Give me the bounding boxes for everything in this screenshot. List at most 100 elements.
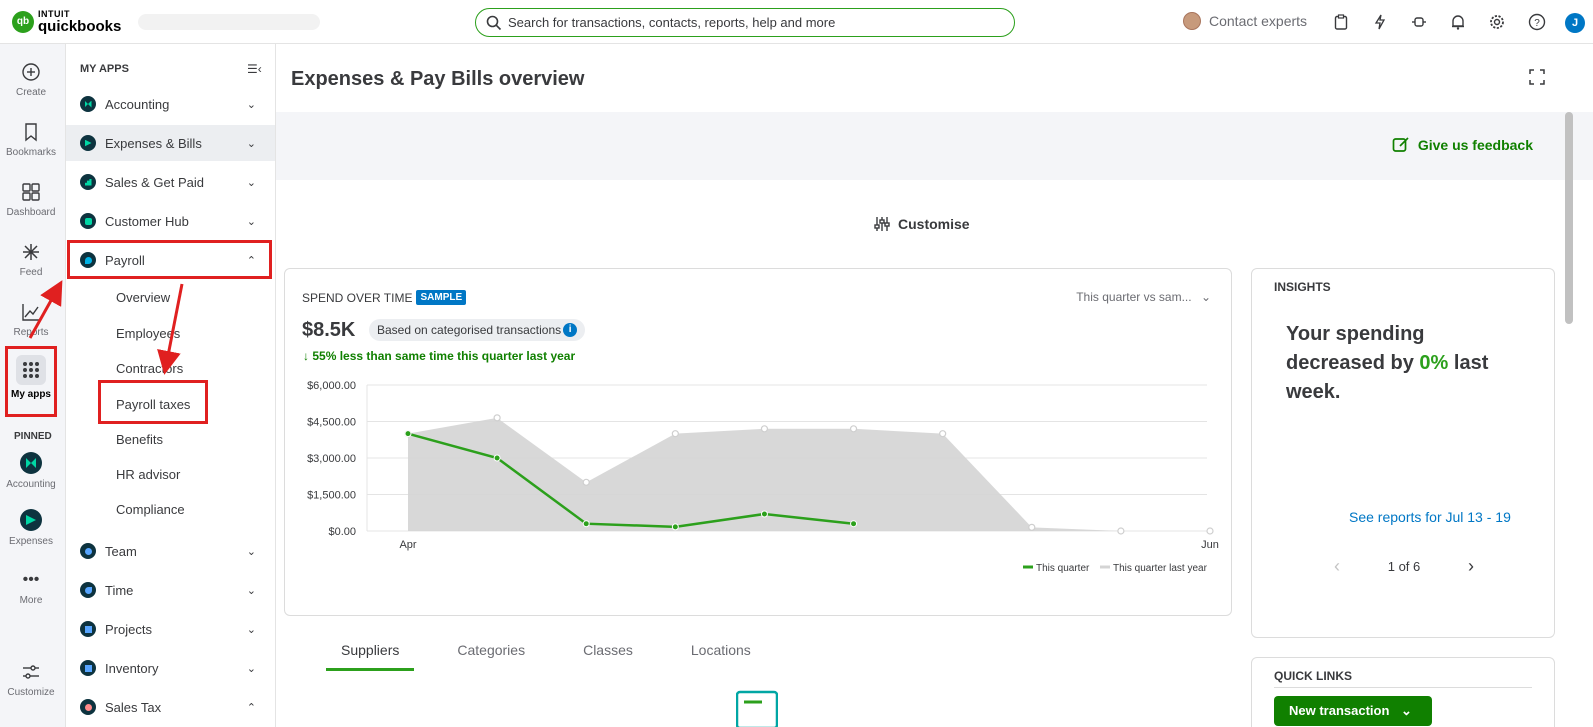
scrollbar[interactable] [1565,112,1573,324]
legend-this-quarter: This quarter [1036,563,1090,574]
sales-tax-app-icon [80,699,96,715]
y-tick-label: $0.00 [328,526,356,538]
page-title: Expenses & Pay Bills overview [291,68,585,90]
insights-title: INSIGHTS [1274,280,1331,294]
point-this-quarter [582,520,590,528]
pager-label: 1 of 6 [1387,559,1421,574]
x-tick-label: Jun [1201,539,1219,551]
y-tick-label: $6,000.00 [307,380,356,392]
contact-experts-button[interactable]: Contact experts [1183,12,1307,30]
chevron-down-icon: ⌄ [246,623,256,636]
clipboard-icon[interactable] [1331,12,1351,32]
tab-classes[interactable]: Classes [568,634,648,671]
sidebar-item-customer-hub[interactable]: Customer Hub ⌄ [66,203,275,239]
divider [1274,687,1532,688]
payroll-contractors-link[interactable]: Contractors [116,361,183,376]
customise-button[interactable]: Customise [874,216,970,232]
quick-links-card: QUICK LINKS New transaction ⌄ [1251,657,1555,727]
inventory-app-icon [80,660,96,676]
spend-line-chart: $6,000.00 $4,500.00 $3,000.00 $1,500.00 $0.0… [307,380,1219,574]
help-icon[interactable]: ? [1527,12,1547,32]
rail-reports[interactable]: Reports [0,301,62,338]
point-this-quarter [850,520,858,528]
document-icon [736,690,778,727]
search-input[interactable] [508,15,988,30]
chevron-down-icon: ⌄ [246,137,256,150]
annotation-box-payroll-taxes [98,380,208,424]
sliders-icon [874,217,890,231]
top-bar: qb INTUIT quickbooks Contact experts ? J [0,0,1593,44]
sidebar-item-team[interactable]: Team ⌄ [66,533,275,569]
area-last-year [408,417,1210,531]
rail-dashboard[interactable]: Dashboard [0,181,62,218]
info-icon[interactable]: i [563,323,578,337]
rail-customize[interactable]: Customize [0,661,62,698]
payroll-benefits-link[interactable]: Benefits [116,432,163,447]
chevron-left-icon[interactable]: ‹ [1334,556,1340,577]
payroll-employees-link[interactable]: Employees [116,326,180,341]
search-bar[interactable] [475,8,1015,37]
point-last-year [849,425,858,433]
sidebar-item-sales-tax[interactable]: Sales Tax ⌃ [66,689,275,725]
quickbooks-logo[interactable]: qb INTUIT quickbooks [12,9,121,34]
y-tick-label: $1,500.00 [307,490,356,502]
feedback-band: Give us feedback [276,112,1593,180]
basis-pill: Based on categorised transactions i [369,319,586,341]
sample-badge: SAMPLE [416,290,467,305]
rail-pinned-expenses[interactable]: Expenses [0,509,62,547]
period-dropdown[interactable]: This quarter vs sam... ⌄ [1076,290,1211,304]
payroll-overview-link[interactable]: Overview [116,290,170,305]
fullscreen-icon[interactable] [1529,69,1545,90]
chevron-down-icon: ⌄ [246,584,256,597]
gear-icon[interactable] [1487,12,1507,32]
payroll-hr-advisor-link[interactable]: HR advisor [116,467,180,482]
lightning-icon[interactable] [1370,12,1390,32]
quick-links-title: QUICK LINKS [1274,669,1352,683]
dashboard-icon [20,181,42,203]
sidebar-item-accounting[interactable]: Accounting ⌄ [66,86,275,122]
insights-pager: ‹ 1 of 6 › [1334,556,1474,577]
sidebar-item-sales-get-paid[interactable]: Sales & Get Paid ⌄ [66,164,275,200]
expert-avatar [1183,12,1201,30]
rail-bookmarks[interactable]: Bookmarks [0,121,62,158]
sidebar-item-inventory[interactable]: Inventory ⌄ [66,650,275,686]
arrow-down-icon: ↓ [303,349,309,363]
legend-last-year: This quarter last year [1113,563,1208,574]
point-last-year [1028,523,1036,531]
bell-icon[interactable] [1448,12,1468,32]
collapse-sidebar-icon[interactable]: ☰‹ [247,62,262,76]
tab-categories[interactable]: Categories [442,634,540,671]
chevron-down-icon: ⌄ [246,176,256,189]
user-avatar[interactable]: J [1565,13,1585,33]
customer-hub-app-icon [80,213,96,229]
contact-experts-label: Contact experts [1209,13,1308,29]
new-transaction-button[interactable]: New transaction ⌄ [1274,696,1432,726]
sidebar-item-projects[interactable]: Projects ⌄ [66,611,275,647]
chevron-down-icon: ⌄ [1200,290,1211,304]
x-tick-label: Apr [399,539,416,551]
rail-feed[interactable]: Feed [0,241,62,278]
chevron-up-icon: ⌃ [246,701,256,714]
sidebar-item-expenses-bills[interactable]: Expenses & Bills ⌄ [66,125,275,161]
payroll-compliance-link[interactable]: Compliance [116,502,185,517]
give-feedback-link[interactable]: Give us feedback [1392,136,1533,154]
team-app-icon [80,543,96,559]
accounting-app-icon [80,96,96,112]
point-this-quarter [671,523,679,531]
y-tick-label: $4,500.00 [307,417,356,429]
qb-logo-icon: qb [12,10,34,33]
rail-create[interactable]: Create [0,61,62,98]
point-last-year [493,414,501,422]
plug-icon[interactable] [1409,12,1429,32]
rail-more[interactable]: ••• More [0,569,62,606]
tab-suppliers[interactable]: Suppliers [326,634,415,671]
chevron-right-icon[interactable]: › [1468,556,1474,577]
quickbooks-wordmark: quickbooks [38,18,122,35]
svg-text:?: ? [1534,18,1540,29]
see-reports-link[interactable]: See reports for Jul 13 - 19 [1349,509,1511,525]
rail-pinned-accounting[interactable]: Accounting [0,452,62,490]
sidebar-item-time[interactable]: Time ⌄ [66,572,275,608]
spend-over-time-card: SPEND OVER TIME SAMPLE This quarter vs s… [284,268,1232,616]
tab-locations[interactable]: Locations [676,634,766,671]
point-this-quarter [404,430,412,438]
